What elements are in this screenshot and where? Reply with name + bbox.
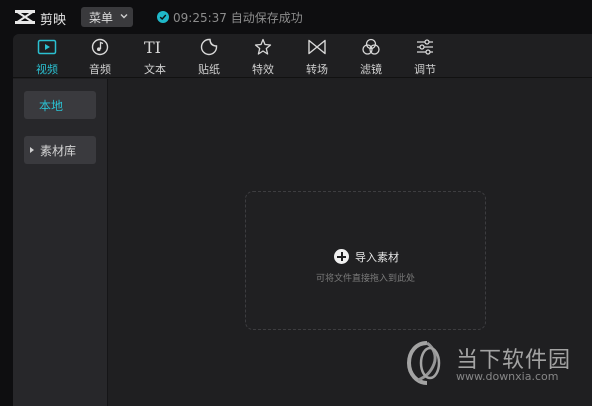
save-success-icon: [157, 11, 169, 23]
watermark-url: www.downxia.com: [456, 370, 559, 383]
tab-transition[interactable]: 转场: [297, 38, 337, 78]
autosave-status: 09:25:37 自动保存成功: [173, 9, 303, 26]
tab-video[interactable]: 视频: [27, 38, 67, 78]
tab-label: 贴纸: [198, 63, 220, 76]
tab-audio[interactable]: 音频: [80, 38, 120, 78]
sidebar-item-label: 素材库: [40, 144, 77, 158]
video-icon: [27, 38, 67, 58]
text-icon: TI: [135, 38, 175, 58]
menu-button[interactable]: 菜单: [81, 7, 133, 27]
music-note-icon: [80, 38, 120, 58]
sidebar: 本地 素材库: [13, 79, 108, 406]
import-label: 导入素材: [355, 251, 399, 264]
tab-label: 视频: [36, 63, 58, 76]
tab-adjust[interactable]: 调节: [405, 38, 445, 78]
expand-triangle-icon: [30, 147, 34, 153]
sticker-icon: [189, 38, 229, 58]
tab-label: 文本: [144, 63, 166, 76]
adjust-sliders-icon: [405, 38, 445, 58]
watermark-logo-icon: [406, 341, 441, 385]
effects-star-icon: [243, 38, 283, 58]
autosave-time: 09:25:37: [173, 11, 227, 25]
import-dropzone[interactable]: 导入素材 可将文件直接拖入到此处: [245, 191, 486, 330]
tab-label: 转场: [306, 63, 328, 76]
sidebar-item-local[interactable]: 本地: [24, 91, 96, 119]
tab-label: 调节: [414, 63, 436, 76]
app-name: 剪映: [40, 13, 67, 28]
capcut-logo-icon: [15, 10, 35, 24]
filter-icon: [351, 38, 391, 58]
drop-hint: 可将文件直接拖入到此处: [315, 274, 415, 284]
tab-text[interactable]: TI 文本: [135, 38, 175, 78]
tab-label: 音频: [89, 63, 111, 76]
tab-label: 滤镜: [360, 63, 382, 76]
tab-filter[interactable]: 滤镜: [351, 38, 391, 78]
watermark: 当下软件园 www.downxia.com: [404, 340, 592, 390]
title-bar: 剪映 菜单 09:25:37 自动保存成功: [0, 0, 592, 34]
sidebar-item-library[interactable]: 素材库: [24, 136, 96, 164]
autosave-text: 自动保存成功: [230, 11, 303, 25]
tab-effects[interactable]: 特效: [243, 38, 283, 78]
menu-button-label: 菜单: [89, 11, 114, 25]
tab-label: 特效: [252, 63, 274, 76]
plus-icon: [334, 249, 349, 264]
chevron-down-icon: [120, 14, 128, 19]
tab-sticker[interactable]: 贴纸: [189, 38, 229, 78]
transition-icon: [297, 38, 337, 58]
media-toolbar: 视频 音频 TI 文本 贴纸 特效 转场 滤镜 调节: [13, 34, 592, 78]
svg-text:TI: TI: [144, 38, 161, 56]
sidebar-item-label: 本地: [39, 99, 64, 113]
